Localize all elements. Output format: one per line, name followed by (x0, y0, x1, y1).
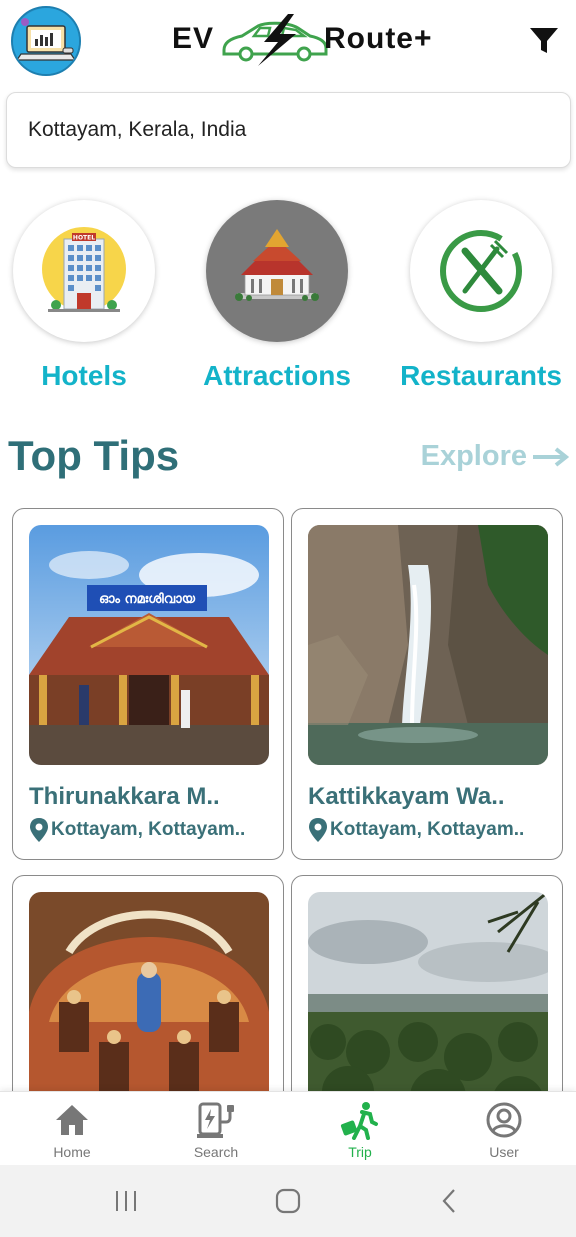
tip-card-photo: ഓം നമഃശിവായ (29, 525, 269, 765)
back-button[interactable] (420, 1185, 480, 1217)
app-header: EV Route+ (0, 0, 576, 86)
nav-search-label: Search (193, 1144, 239, 1160)
fork-knife-icon (440, 230, 522, 312)
recent-apps-icon (116, 1191, 136, 1211)
restaurants-icon-circle (410, 200, 552, 342)
tip-card-photo (308, 525, 548, 765)
location-pin-icon (309, 818, 327, 842)
svg-text:HOTEL: HOTEL (73, 235, 95, 242)
traveler-icon (340, 1102, 378, 1140)
nav-search[interactable]: Search (144, 1092, 288, 1166)
nav-trip-label: Trip (348, 1144, 372, 1160)
tip-card-location-text: Kottayam, Kottayam.. (51, 819, 246, 840)
arrow-right-icon (533, 446, 569, 467)
logo-route-text: Route+ (324, 22, 433, 55)
recent-apps-button[interactable] (96, 1185, 156, 1217)
tip-card-location-text: Kottayam, Kottayam.. (330, 819, 525, 840)
waterfall-photo (308, 525, 548, 765)
hotel-building-icon: HOTEL (42, 227, 126, 312)
category-restaurants-label: Restaurants (400, 360, 562, 391)
laptop-avatar-icon (13, 8, 79, 74)
bottom-navigation: Home Search Trip User (0, 1091, 576, 1165)
nav-home-label: Home (53, 1144, 91, 1160)
nav-user[interactable]: User (432, 1092, 576, 1166)
category-attractions-label: Attractions (203, 360, 351, 391)
home-circle-icon (275, 1188, 301, 1214)
filter-button[interactable] (524, 20, 564, 60)
nav-trip[interactable]: Trip (288, 1092, 432, 1166)
explore-link[interactable]: Explore (421, 440, 569, 473)
nav-user-label: User (489, 1144, 519, 1160)
category-restaurants[interactable]: Restaurants (391, 200, 571, 392)
location-search-input[interactable]: Kottayam, Kerala, India (6, 92, 571, 168)
category-hotels-label: Hotels (41, 360, 127, 391)
profile-avatar[interactable] (11, 6, 81, 76)
filter-icon (530, 28, 558, 53)
tip-card-thirunakkara[interactable]: ഓം നമഃശിവായ Thirunakkara M.. Kottayam, K… (12, 508, 284, 860)
tip-card-location: Kottayam, Kottayam.. (308, 817, 524, 843)
home-system-button[interactable] (258, 1185, 318, 1217)
user-icon (486, 1102, 522, 1138)
category-hotels[interactable]: HOTEL Hotels (0, 200, 174, 392)
nav-home[interactable]: Home (0, 1092, 144, 1166)
temple-photo: ഓം നമഃശിവായ (29, 525, 269, 765)
tip-card-location: Kottayam, Kottayam.. (29, 817, 245, 843)
hotels-icon-circle: HOTEL (13, 200, 155, 342)
category-attractions[interactable]: Attractions (187, 200, 367, 392)
app-screen: EV Route+ Kottayam, Kerala, India HOTEL … (0, 0, 576, 1237)
temple-icon (235, 229, 319, 301)
temple-sign-text: ഓം നമഃശിവായ (99, 591, 196, 607)
top-tips-title: Top Tips (8, 432, 180, 479)
ev-charger-icon (197, 1102, 234, 1138)
system-navigation-bar (0, 1165, 576, 1237)
explore-label: Explore (420, 440, 527, 472)
home-icon (56, 1105, 88, 1135)
app-logo: EV Route+ (172, 12, 434, 68)
location-pin-icon (30, 818, 48, 842)
tip-card-title: Thirunakkara M.. (29, 783, 220, 810)
attractions-icon-circle (206, 200, 348, 342)
tip-card-title: Kattikkayam Wa.. (308, 783, 505, 810)
back-chevron-icon (442, 1189, 455, 1213)
location-search-value: Kottayam, Kerala, India (28, 118, 247, 141)
tip-card-kattikkayam[interactable]: Kattikkayam Wa.. Kottayam, Kottayam.. (291, 508, 563, 860)
logo-ev-text: EV (172, 22, 215, 55)
ev-car-logo-icon (222, 14, 328, 66)
